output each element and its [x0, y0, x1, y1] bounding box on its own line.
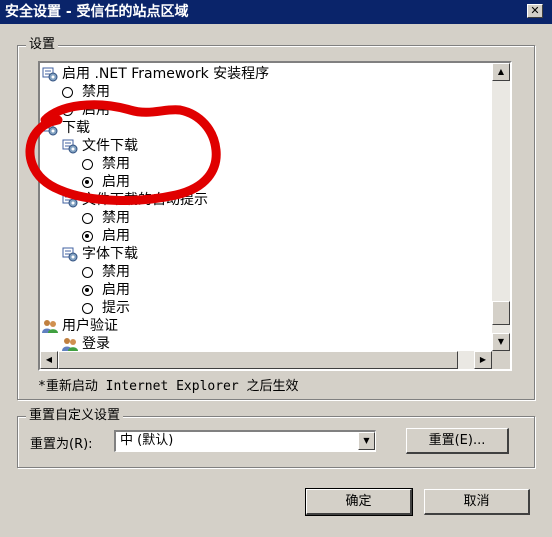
ok-button[interactable]: 确定: [305, 488, 413, 516]
arrow-right-icon: ▶: [479, 355, 487, 364]
scroll-right-button[interactable]: ▶: [474, 351, 492, 369]
tree-label: 启用 .NET Framework 安装程序: [62, 66, 270, 82]
tree-option[interactable]: 启用: [82, 173, 130, 191]
reset-button[interactable]: 重置(E)...: [406, 428, 509, 454]
tree-option[interactable]: 启用: [82, 281, 130, 299]
tree-option[interactable]: 启用: [62, 101, 110, 119]
settings-gear-icon: [62, 139, 78, 154]
settings-gear-icon: [62, 247, 78, 262]
tree-category[interactable]: 用户验证: [42, 317, 118, 335]
users-icon: [42, 320, 58, 333]
tree-subcategory[interactable]: 字体下载: [62, 245, 138, 263]
tree-label: 禁用: [102, 156, 130, 172]
radio-selected-icon[interactable]: [82, 284, 93, 296]
tree-label: 禁用: [102, 210, 130, 226]
tree-option[interactable]: 提示: [82, 299, 130, 317]
tree-label: 下载: [62, 120, 90, 136]
tree-option[interactable]: 禁用: [82, 155, 130, 173]
tree-label: 启用: [102, 228, 130, 244]
reset-group-label: 重置自定义设置: [26, 408, 124, 424]
tree-option[interactable]: 启用: [82, 227, 130, 245]
tree-label: 启用: [102, 282, 130, 298]
dropdown-button[interactable]: ▼: [358, 432, 375, 450]
scroll-left-button[interactable]: ◀: [40, 351, 58, 369]
scrollbar-corner: [492, 351, 510, 369]
vertical-scrollbar[interactable]: ▲ ▼: [492, 63, 510, 351]
tree-label: 用户验证: [62, 318, 118, 334]
settings-gear-icon: [62, 193, 78, 208]
radio-icon[interactable]: [82, 302, 93, 314]
arrow-up-icon: ▲: [497, 67, 505, 76]
radio-icon[interactable]: [82, 158, 93, 170]
settings-group-label: 设置: [26, 37, 59, 53]
tree-label: 文件下载: [82, 138, 138, 154]
radio-selected-icon[interactable]: [82, 176, 93, 188]
settings-gear-icon: [42, 121, 58, 136]
radio-selected-icon[interactable]: [82, 230, 93, 242]
restart-note: *重新启动 Internet Explorer 之后生效: [38, 379, 299, 394]
radio-icon[interactable]: [82, 212, 93, 224]
tree-label: 禁用: [82, 84, 110, 100]
settings-gear-icon: [42, 67, 58, 82]
tree-subcategory[interactable]: 文件下载: [62, 137, 138, 155]
tree-label: 启用: [102, 174, 130, 190]
reset-level-value: 中 (默认): [120, 433, 174, 448]
tree-option[interactable]: 禁用: [82, 209, 130, 227]
scroll-down-button[interactable]: ▼: [492, 333, 510, 351]
scroll-up-button[interactable]: ▲: [492, 63, 510, 81]
title-bar: 安全设置 - 受信任的站点区域 ✕: [0, 0, 552, 24]
arrow-left-icon: ◀: [45, 355, 53, 364]
tree-category[interactable]: 下载: [42, 119, 90, 137]
tree-label: 禁用: [102, 264, 130, 280]
tree-label: 字体下载: [82, 246, 138, 262]
tree-label: 文件下载的自动提示: [82, 192, 208, 208]
cancel-button[interactable]: 取消: [424, 489, 530, 515]
chevron-down-icon: ▼: [363, 436, 370, 445]
horizontal-scrollbar[interactable]: ◀ ▶: [40, 351, 510, 369]
tree-option[interactable]: 禁用: [62, 83, 110, 101]
tree-category[interactable]: 启用 .NET Framework 安装程序: [42, 65, 269, 83]
vertical-scroll-thumb[interactable]: [492, 301, 510, 325]
close-button[interactable]: ✕: [527, 4, 543, 18]
close-icon: ✕: [530, 4, 540, 17]
horizontal-scroll-thumb[interactable]: [58, 351, 458, 369]
users-icon: [62, 338, 78, 351]
reset-level-select[interactable]: 中 (默认) ▼: [114, 430, 376, 452]
arrow-down-icon: ▼: [497, 337, 505, 346]
reset-to-label: 重置为(R):: [30, 437, 93, 452]
radio-icon[interactable]: [62, 86, 73, 98]
radio-selected-icon[interactable]: [62, 104, 73, 116]
settings-tree[interactable]: 启用 .NET Framework 安装程序 禁用 启用 下载 文件下载 禁用 启用 文件下载…: [38, 61, 512, 371]
window-title: 安全设置 - 受信任的站点区域: [5, 4, 189, 20]
tree-label: 启用: [82, 102, 110, 118]
tree-label: 提示: [102, 300, 130, 316]
tree-subcategory[interactable]: 文件下载的自动提示: [62, 191, 208, 209]
tree-option[interactable]: 禁用: [82, 263, 130, 281]
radio-icon[interactable]: [82, 266, 93, 278]
